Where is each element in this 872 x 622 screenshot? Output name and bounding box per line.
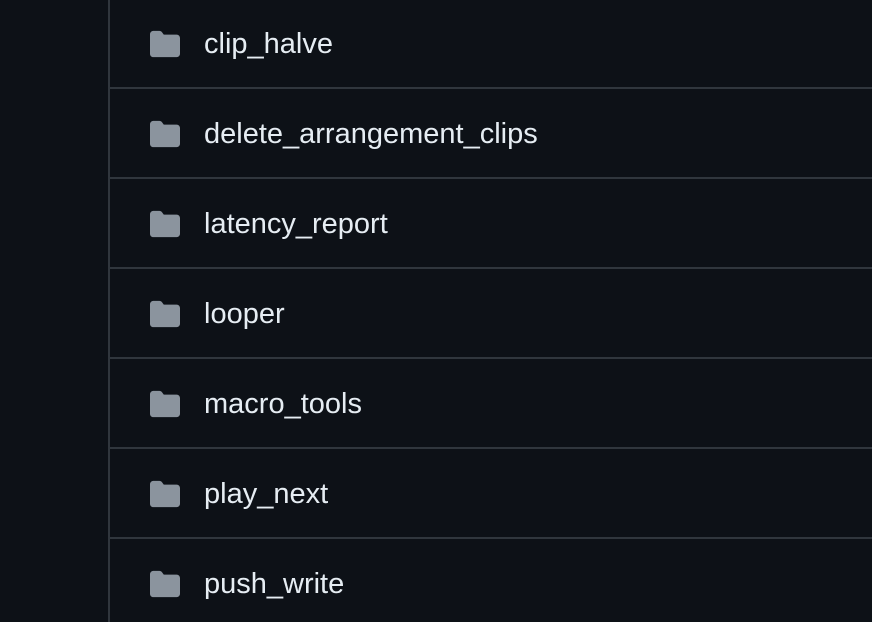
folder-icon xyxy=(150,300,180,328)
list-item[interactable]: play_next xyxy=(110,449,872,539)
folder-icon xyxy=(150,120,180,148)
file-name-link[interactable]: macro_tools xyxy=(204,387,362,421)
list-item[interactable]: delete_arrangement_clips xyxy=(110,89,872,179)
file-name-link[interactable]: looper xyxy=(204,297,285,331)
list-item[interactable]: looper xyxy=(110,269,872,359)
folder-icon xyxy=(150,480,180,508)
folder-icon xyxy=(150,570,180,598)
file-list: clip_halve delete_arrangement_clips late… xyxy=(108,0,872,622)
file-name-link[interactable]: push_write xyxy=(204,567,344,601)
list-item[interactable]: latency_report xyxy=(110,179,872,269)
list-item[interactable]: macro_tools xyxy=(110,359,872,449)
folder-icon xyxy=(150,210,180,238)
folder-icon xyxy=(150,30,180,58)
folder-icon xyxy=(150,390,180,418)
repository-page: clip_halve delete_arrangement_clips late… xyxy=(0,0,872,622)
file-name-link[interactable]: latency_report xyxy=(204,207,388,241)
file-name-link[interactable]: delete_arrangement_clips xyxy=(204,117,538,151)
file-name-link[interactable]: clip_halve xyxy=(204,27,333,61)
list-item[interactable]: push_write xyxy=(110,539,872,622)
file-name-link[interactable]: play_next xyxy=(204,477,328,511)
list-item[interactable]: clip_halve xyxy=(110,0,872,89)
